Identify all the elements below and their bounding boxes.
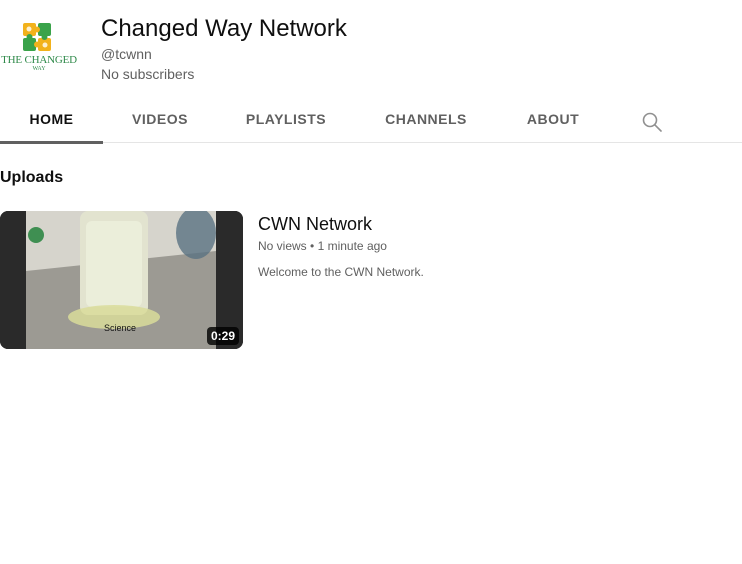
thumbnail-caption: Science <box>104 323 137 333</box>
video-age: 1 minute ago <box>317 239 387 253</box>
subscriber-count: No subscribers <box>101 66 195 82</box>
search-icon <box>642 112 662 132</box>
channel-handle: @tcwnn <box>101 46 152 62</box>
channel-header: THE CHANGED WAY Changed Way Network @tcw… <box>0 0 742 100</box>
puzzle-logo-icon <box>23 23 51 51</box>
channel-tabs: HOME VIDEOS PLAYLISTS CHANNELS ABOUT <box>0 96 742 144</box>
channel-search-button[interactable] <box>640 110 664 134</box>
logo-text: THE CHANGED <box>1 54 77 66</box>
channel-logo[interactable]: THE CHANGED WAY <box>0 18 78 74</box>
tab-home[interactable]: HOME <box>0 96 103 144</box>
uploads-section-title[interactable]: Uploads <box>0 169 63 187</box>
video-title[interactable]: CWN Network <box>258 214 372 235</box>
tab-videos[interactable]: VIDEOS <box>120 96 200 143</box>
video-duration-badge: 0:29 <box>206 327 239 345</box>
video-description: Welcome to the CWN Network. <box>258 265 424 279</box>
tab-about[interactable]: ABOUT <box>516 96 590 143</box>
logo-subtext: WAY <box>32 66 46 72</box>
metadata-separator: • <box>310 239 315 253</box>
video-views: No views <box>258 239 307 253</box>
tab-channels[interactable]: CHANNELS <box>374 96 478 143</box>
video-thumbnail[interactable]: Science 0:29 <box>0 211 243 349</box>
channel-title: Changed Way Network <box>101 15 347 42</box>
video-metadata: No views • 1 minute ago <box>258 239 387 253</box>
tab-playlists[interactable]: PLAYLISTS <box>236 96 336 143</box>
